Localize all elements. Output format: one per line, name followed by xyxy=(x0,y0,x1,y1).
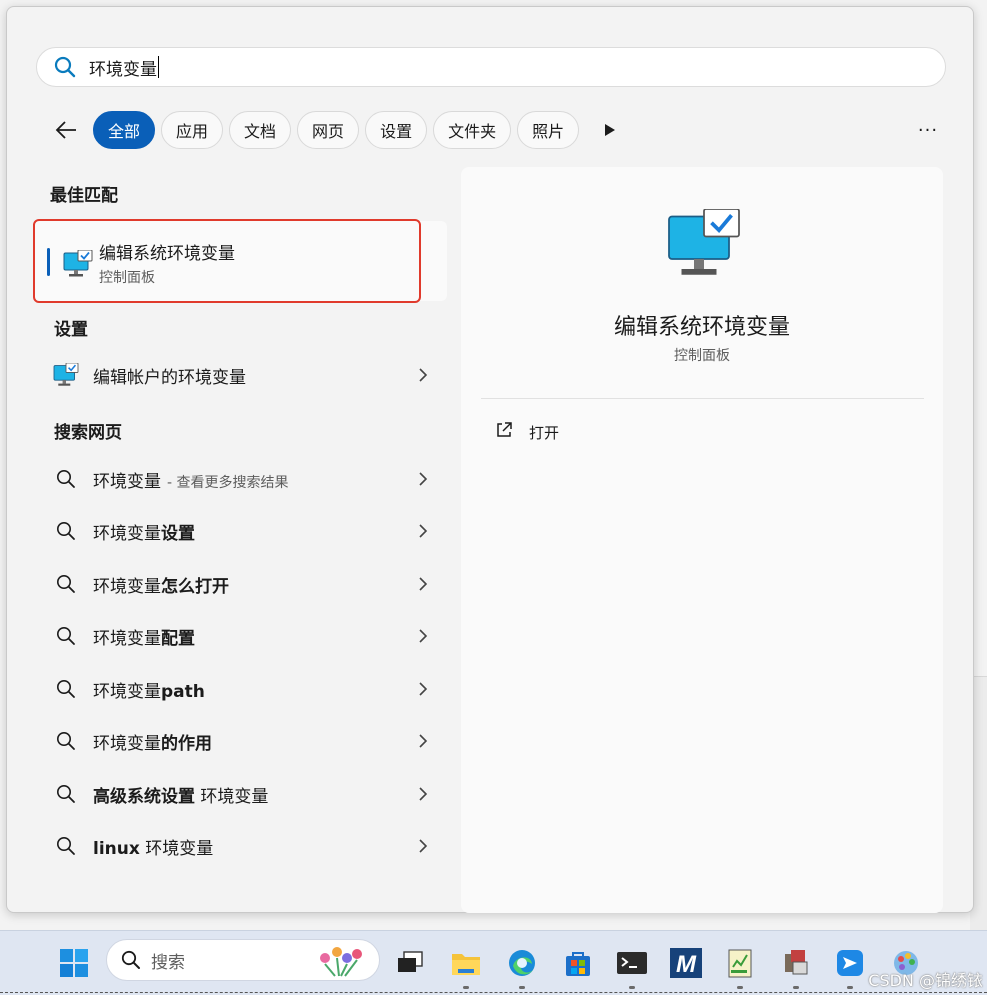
more-filters-play-icon[interactable] xyxy=(593,111,627,149)
search-icon xyxy=(53,731,79,751)
taskbar-search-label: 搜索 xyxy=(151,952,185,973)
web-result-item[interactable]: 环境变量设置 xyxy=(53,511,443,551)
search-icon xyxy=(53,574,79,594)
running-indicator xyxy=(847,986,853,989)
web-result-item[interactable]: linux 环境变量 xyxy=(53,826,443,866)
web-result-text: 环境变量 xyxy=(93,471,161,492)
chevron-right-icon[interactable] xyxy=(413,469,433,489)
web-result-hint: - 查看更多搜索结果 xyxy=(167,474,289,491)
web-search-heading: 搜索网页 xyxy=(54,423,122,443)
filter-bar: 全部 应用 文档 网页 设置 文件夹 照片 ··· xyxy=(47,109,947,151)
monitor-check-icon xyxy=(665,208,743,283)
settings-item-label: 编辑帐户的环境变量 xyxy=(93,367,246,388)
task-view-icon[interactable] xyxy=(390,943,430,983)
chevron-right-icon[interactable] xyxy=(413,731,433,751)
filter-chip-settings[interactable]: 设置 xyxy=(365,111,428,149)
web-result-text: 环境变量 xyxy=(93,681,161,702)
details-divider xyxy=(481,398,924,399)
flower-decoration-icon xyxy=(313,944,369,982)
details-subtitle: 控制面板 xyxy=(674,348,730,364)
start-icon[interactable] xyxy=(54,943,94,983)
search-icon xyxy=(121,950,141,970)
details-title: 编辑系统环境变量 xyxy=(613,315,790,340)
web-result-bold-text: 设置 xyxy=(161,523,195,544)
web-result-text: 环境变量 xyxy=(93,733,161,754)
open-action[interactable]: 打开 xyxy=(495,421,559,443)
chevron-right-icon[interactable] xyxy=(413,626,433,646)
running-indicator xyxy=(519,986,525,989)
open-external-icon xyxy=(495,421,513,443)
search-icon xyxy=(53,679,79,699)
notepad-icon[interactable] xyxy=(720,943,760,989)
search-icon xyxy=(53,626,79,646)
taskbar-search-box[interactable]: 搜索 xyxy=(106,939,380,981)
running-indicator xyxy=(629,986,635,989)
web-result-bold-text: 高级系统设置 xyxy=(93,786,195,807)
search-input[interactable]: 环境变量 xyxy=(36,47,946,87)
filter-chip-apps[interactable]: 应用 xyxy=(161,111,224,149)
chevron-right-icon[interactable] xyxy=(413,521,433,541)
search-query[interactable]: 环境变量 xyxy=(89,55,159,80)
web-result-item[interactable]: 环境变量配置 xyxy=(53,616,443,656)
web-result-item[interactable]: 环境变量 - 查看更多搜索结果 xyxy=(53,459,443,499)
search-icon xyxy=(53,836,79,856)
web-result-item[interactable]: 高级系统设置 环境变量 xyxy=(53,774,443,814)
settings-heading: 设置 xyxy=(54,320,88,340)
web-result-text: 环境变量 xyxy=(195,786,269,807)
web-result-item[interactable]: 环境变量怎么打开 xyxy=(53,564,443,604)
filter-chip-web[interactable]: 网页 xyxy=(297,111,360,149)
search-icon xyxy=(53,469,79,489)
taskbar: 搜索 M CSDN @锦绣铱 xyxy=(0,930,987,995)
more-options-button[interactable]: ··· xyxy=(909,109,947,151)
csdn-watermark: CSDN @锦绣铱 xyxy=(868,971,983,990)
file-explorer-icon[interactable] xyxy=(446,943,486,989)
app-icon[interactable] xyxy=(776,943,816,989)
store-icon[interactable] xyxy=(558,943,598,983)
web-result-bold-text: path xyxy=(161,681,205,702)
running-indicator xyxy=(463,986,469,989)
chevron-right-icon[interactable] xyxy=(413,365,433,385)
text-caret xyxy=(158,56,159,78)
details-pane: 编辑系统环境变量 控制面板 打开 xyxy=(461,167,943,913)
highlight-frame xyxy=(33,219,421,303)
m-app-icon[interactable]: M xyxy=(666,943,706,983)
back-arrow-icon[interactable] xyxy=(47,111,85,149)
running-indicator xyxy=(793,986,799,989)
lark-icon[interactable] xyxy=(830,943,870,989)
start-search-panel: 环境变量 全部 应用 文档 网页 设置 文件夹 照片 ··· 最佳匹配 编辑系统… xyxy=(6,6,974,913)
search-query-text: 环境变量 xyxy=(89,59,157,80)
web-result-text: 环境变量 xyxy=(93,523,161,544)
web-result-bold-text: 怎么打开 xyxy=(161,576,229,597)
web-result-bold-text: 配置 xyxy=(161,628,195,649)
web-result-item[interactable]: 环境变量的作用 xyxy=(53,721,443,761)
dashed-edge xyxy=(0,992,987,993)
open-action-label: 打开 xyxy=(529,423,560,442)
monitor-check-icon xyxy=(53,363,79,387)
filter-chip-all[interactable]: 全部 xyxy=(93,111,156,149)
web-result-text: 环境变量 xyxy=(93,628,161,649)
terminal-icon[interactable] xyxy=(612,943,652,989)
settings-item-edit-account-env[interactable]: 编辑帐户的环境变量 xyxy=(53,355,443,395)
running-indicator xyxy=(737,986,743,989)
web-result-bold-text: 的作用 xyxy=(161,733,212,754)
web-result-bold-text: linux xyxy=(93,838,140,859)
filter-chip-photos[interactable]: 照片 xyxy=(517,111,580,149)
chevron-right-icon[interactable] xyxy=(413,679,433,699)
chevron-right-icon[interactable] xyxy=(413,836,433,856)
svg-text:M: M xyxy=(676,951,697,978)
best-match-heading: 最佳匹配 xyxy=(50,186,118,206)
web-result-text: 环境变量 xyxy=(139,838,214,859)
web-result-item[interactable]: 环境变量path xyxy=(53,669,443,709)
filter-chip-folders[interactable]: 文件夹 xyxy=(433,111,512,149)
search-icon xyxy=(53,521,79,541)
web-result-text: 环境变量 xyxy=(93,576,161,597)
search-icon xyxy=(53,55,77,79)
edge-icon[interactable] xyxy=(502,943,542,989)
chevron-right-icon[interactable] xyxy=(413,574,433,594)
search-icon xyxy=(53,784,79,804)
filter-chip-documents[interactable]: 文档 xyxy=(229,111,292,149)
chevron-right-icon[interactable] xyxy=(413,784,433,804)
